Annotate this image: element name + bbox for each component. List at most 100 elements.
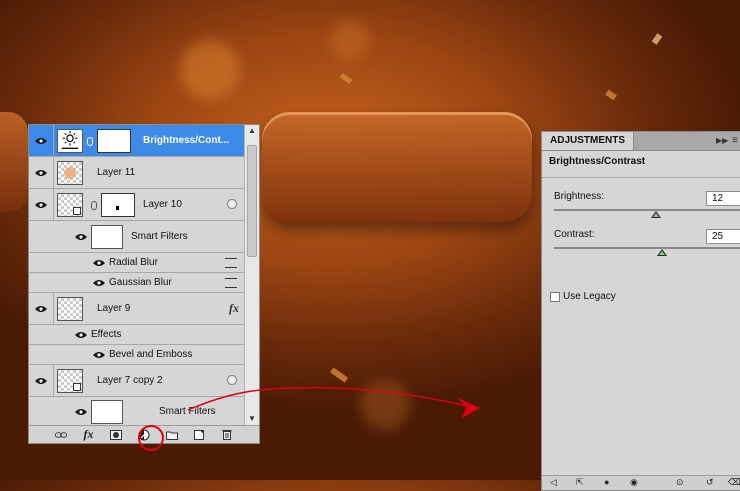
eye-icon[interactable] [93,279,105,287]
view-previous-icon[interactable]: ⊙ [676,478,686,487]
filter-settings-icon[interactable] [225,278,237,288]
brightness-slider-track[interactable] [554,209,740,211]
scroll-up-arrow-icon[interactable]: ▲ [245,125,259,137]
layer-name: Layer 11 [97,167,136,178]
effect-row-bevel-emboss[interactable]: Bevel and Emboss [29,345,245,365]
filter-row-radial-blur[interactable]: Radial Blur [29,253,245,273]
layer-name: Layer 9 [97,303,131,314]
new-group-button[interactable] [165,429,178,440]
annotation-circle [138,425,164,451]
adjustments-panel: ADJUSTMENTS ▶▶ ≡ Brightness/Contrast Bri… [541,131,740,491]
brightness-input[interactable]: 12 [706,191,740,206]
link-icon[interactable] [87,137,93,146]
layer-name: Brightness/Cont... [143,135,230,146]
eye-icon [35,377,47,384]
layers-panel: Brightness/Cont... Layer 11 Layer 10 Sma… [28,124,260,444]
layer-thumbnail [57,297,83,321]
clip-to-layer-icon[interactable]: ● [604,478,614,487]
contrast-slider-handle[interactable] [657,249,668,256]
reset-icon[interactable]: ↺ [706,478,716,487]
background-glyph-shape [262,112,532,222]
link-icon[interactable] [91,201,97,210]
background-shard [339,73,353,84]
delete-adjustment-icon[interactable]: ⌫ [728,478,740,487]
trash-icon [222,430,232,440]
eye-icon[interactable] [75,331,87,339]
visibility-toggle[interactable] [29,293,54,324]
visibility-toggle[interactable] [29,365,54,396]
layer-row-layer-11[interactable]: Layer 11 [29,157,245,189]
use-legacy-checkbox[interactable] [550,292,560,302]
add-layer-style-button[interactable]: fx [83,427,95,441]
smart-filter-mask-thumbnail[interactable] [91,225,123,249]
mask-content [116,206,119,210]
back-arrow-icon[interactable]: ◁ [550,478,560,487]
fx-icon[interactable]: fx [229,301,239,316]
tab-adjustments[interactable]: ADJUSTMENTS [542,132,635,150]
new-layer-icon [194,429,205,440]
expand-view-icon[interactable]: ⇱ [576,478,586,487]
smart-filters-row[interactable]: Smart Filters [29,221,245,253]
layer-mask-thumbnail[interactable] [97,129,131,153]
new-layer-button[interactable] [193,429,205,440]
eye-icon[interactable] [93,351,105,359]
effect-name: Bevel and Emboss [109,349,193,360]
bokeh-light [330,20,370,60]
layer-row-layer-9[interactable]: Layer 9 fx [29,293,245,325]
smart-filters-label: Smart Filters [131,231,188,242]
eye-icon[interactable] [75,233,87,241]
smart-object-badge-icon [73,383,81,391]
smart-object-thumbnail [57,369,83,393]
smart-object-thumbnail [57,193,83,217]
filter-settings-icon[interactable] [225,258,237,268]
smart-filter-mask-thumbnail[interactable] [91,400,123,424]
background-glyph-shape [0,112,28,212]
visibility-toggle[interactable] [29,157,54,188]
eye-icon [35,169,47,176]
layer-row-layer-10[interactable]: Layer 10 [29,189,245,221]
smart-object-badge-icon [73,207,81,215]
thumbnail-content [64,167,76,179]
contrast-input[interactable]: 25 [706,229,740,244]
eye-icon[interactable] [93,259,105,267]
layers-list: Brightness/Cont... Layer 11 Layer 10 Sma… [29,125,245,425]
effects-label: Effects [91,329,122,340]
layers-scrollbar[interactable]: ▲ ▼ [244,125,259,425]
brightness-label: Brightness: [554,191,605,202]
layer-row-brightness-contrast[interactable]: Brightness/Cont... [29,125,245,157]
eye-icon [35,305,47,312]
layer-row-layer-7-copy-2[interactable]: Layer 7 copy 2 [29,365,245,397]
contrast-slider-track[interactable] [554,247,740,249]
bokeh-light [180,40,240,100]
filter-row-gaussian-blur[interactable]: Gaussian Blur [29,273,245,293]
adjustments-tab-bar: ADJUSTMENTS ▶▶ ≡ [542,132,740,151]
eye-icon[interactable] [75,408,87,416]
layer-options-icon[interactable] [227,375,237,385]
delete-layer-button[interactable] [221,429,233,440]
effects-row[interactable]: Effects [29,325,245,345]
add-mask-button[interactable] [110,429,123,440]
visibility-toggle[interactable] [29,125,54,156]
fx-icon: fx [83,427,94,441]
scrollbar-thumb[interactable] [247,145,257,257]
layer-name: Layer 7 copy 2 [97,375,163,386]
brightness-slider-handle[interactable] [651,211,662,218]
folder-icon [165,431,178,440]
background-shard [605,89,617,101]
scroll-down-arrow-icon[interactable]: ▼ [245,413,259,425]
panel-collapse-icon[interactable]: ▶▶ [716,136,728,145]
brightness-sun-icon [61,130,79,150]
smart-filters-row[interactable]: Smart Filters [29,397,245,425]
eye-icon [35,201,47,208]
filter-name: Gaussian Blur [109,277,172,288]
link-layers-icon[interactable] [54,429,67,440]
visibility-toggle[interactable] [29,189,54,220]
adjustment-layer-thumbnail [57,129,83,153]
panel-menu-icon[interactable]: ≡ [732,135,738,146]
layer-options-icon[interactable] [227,199,237,209]
adjustments-bottom-bar: ◁ ⇱ ● ◉ ⊙ ↺ ⌫ [542,475,740,490]
filter-name: Radial Blur [109,257,158,268]
filter-mask-thumbnail[interactable] [101,193,135,217]
visibility-eye-icon[interactable]: ◉ [630,478,640,487]
mask-icon [110,429,123,440]
